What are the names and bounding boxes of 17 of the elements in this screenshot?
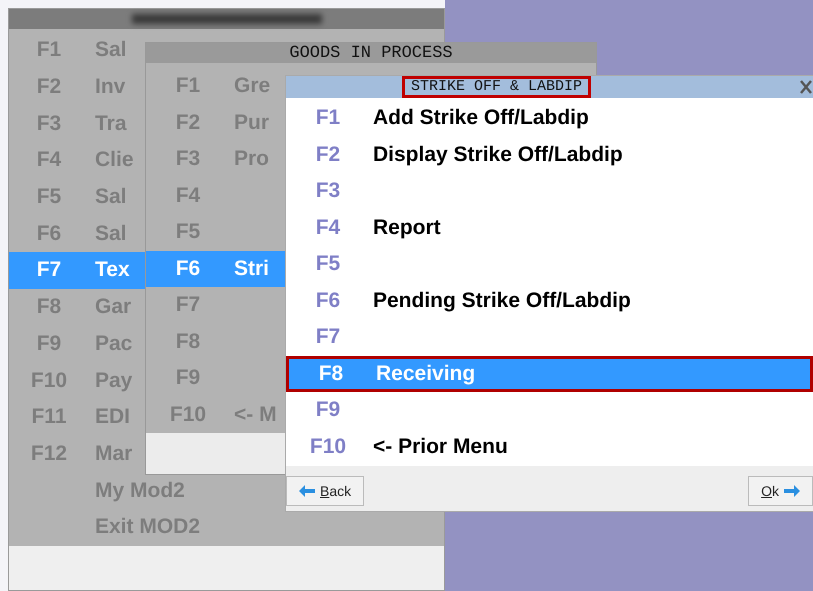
menu-item[interactable]: F10 <- Prior Menu [286, 428, 813, 465]
close-icon[interactable] [799, 79, 813, 95]
menu-item[interactable]: F1 Add Strike Off/Labdip [286, 100, 813, 136]
window-title: STRIKE OFF & LABDIP [402, 76, 592, 98]
left-arrow-icon [299, 484, 315, 496]
back-button[interactable]: Back [286, 476, 364, 506]
menu-item[interactable]: F4 Report [286, 210, 813, 246]
menu-item[interactable]: F5 [286, 246, 813, 282]
menu-item[interactable]: F9 [286, 392, 813, 428]
menu-item[interactable]: F7 [286, 319, 813, 356]
menu-item[interactable]: F6 Pending Strike Off/Labdip [286, 282, 813, 319]
window-title: GOODS IN PROCESS [289, 44, 453, 62]
menu-item[interactable]: F8 Receiving [286, 356, 813, 392]
right-arrow-icon [784, 484, 800, 496]
menu-item[interactable]: F3 [286, 173, 813, 210]
menu-item[interactable]: F2 Display Strike Off/Labdip [286, 136, 813, 173]
ok-button[interactable]: Ok [748, 476, 813, 506]
